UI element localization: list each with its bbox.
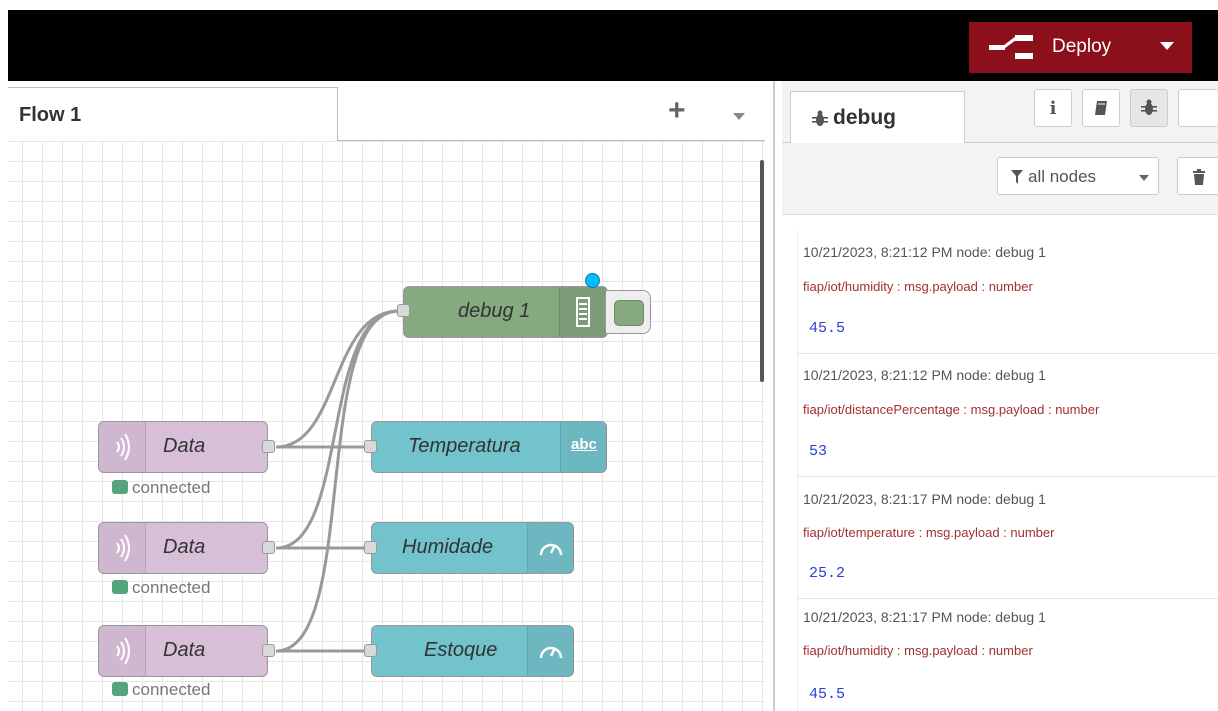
mqtt-output-port[interactable] [262,644,275,657]
mqtt-signal-icon [99,626,146,676]
message-meta: 10/21/2023, 8:21:12 PM node: debug 1 [803,244,1046,260]
abc-badge: abc [571,436,597,453]
message-value[interactable]: 53 [809,443,827,460]
mqtt-in-node-3[interactable]: Data [98,625,268,677]
mqtt-signal-icon [99,422,146,472]
message-value[interactable]: 45.5 [809,320,845,337]
more-tabs-button[interactable] [1178,89,1218,127]
bug-icon [1141,99,1157,115]
mqtt-node-label: Data [163,536,206,558]
debug-toggle-indicator [614,300,644,326]
gauge-icon [527,523,574,573]
debug-tab-button[interactable] [1130,89,1168,127]
status-text: connected [132,680,211,699]
status-dot-icon [112,480,128,494]
separator-line [773,81,775,711]
bug-icon [812,110,828,126]
text-node-input-port[interactable] [364,440,377,453]
text-node-temperatura[interactable]: Temperatura abc [371,421,607,473]
info-icon: i [1049,98,1057,119]
message-meta: 10/21/2023, 8:21:12 PM node: debug 1 [803,367,1046,383]
mqtt-output-port[interactable] [262,440,275,453]
mqtt-status: connected [112,478,210,498]
gauge-node-input-port[interactable] [364,541,377,554]
help-tab-button[interactable] [1082,89,1120,127]
debug-message[interactable]: 10/21/2023, 8:21:12 PM node: debug 1 fia… [797,354,1218,477]
message-topic: fiap/iot/humidity : msg.payload : number [803,279,1033,294]
gauge-node-humidade[interactable]: Humidade [371,522,574,574]
debug-input-port[interactable] [397,304,410,317]
gauge-node-estoque[interactable]: Estoque [371,625,574,677]
status-text: connected [132,478,211,497]
text-node-icon: abc [560,422,607,472]
mqtt-in-node-2[interactable]: Data [98,522,268,574]
debug-toggle-button[interactable] [605,290,651,334]
mqtt-node-label: Data [163,435,206,457]
status-dot-icon [112,682,128,696]
status-text: connected [132,578,211,597]
tab-debug[interactable]: debug [790,91,965,143]
gauge-node-input-port[interactable] [364,644,377,657]
mqtt-output-port[interactable] [262,541,275,554]
mqtt-status: connected [112,578,210,598]
gauge-icon [527,626,574,676]
message-meta: 10/21/2023, 8:21:17 PM node: debug 1 [803,491,1046,507]
debug-message[interactable]: 10/21/2023, 8:21:17 PM node: debug 1 fia… [797,477,1218,599]
changed-indicator-icon [585,273,600,288]
debug-message[interactable]: 10/21/2023, 8:21:12 PM node: debug 1 fia… [797,232,1218,354]
debug-node-label: debug 1 [458,300,531,322]
debug-message[interactable]: 10/21/2023, 8:21:17 PM node: debug 1 fia… [797,599,1218,711]
message-topic: fiap/iot/temperature : msg.payload : num… [803,525,1055,540]
filter-label: all nodes [1028,167,1097,186]
message-value[interactable]: 25.2 [809,565,845,582]
debug-node[interactable]: debug 1 [403,286,608,338]
mqtt-node-label: Data [163,639,206,661]
debug-tab-label: debug [833,106,896,129]
info-tab-button[interactable]: i [1034,89,1072,127]
message-meta: 10/21/2023, 8:21:17 PM node: debug 1 [803,609,1046,625]
message-value[interactable]: 45.5 [809,686,845,703]
wire-data3-debug [275,309,400,653]
mqtt-signal-icon [99,523,146,573]
gauge-node-label: Humidade [402,536,494,558]
trash-icon [1193,169,1205,185]
clear-messages-button[interactable] [1177,157,1218,195]
debug-list-icon [559,287,606,337]
mqtt-in-node-1[interactable]: Data [98,421,268,473]
filter-caret-icon [1139,175,1149,181]
message-topic: fiap/iot/humidity : msg.payload : number [803,643,1033,658]
message-topic: fiap/iot/distancePercentage : msg.payloa… [803,402,1100,417]
mqtt-status: connected [112,680,210,700]
text-node-label: Temperatura [408,435,521,457]
book-icon [1095,101,1107,115]
status-dot-icon [112,580,128,594]
gauge-node-label: Estoque [424,639,498,661]
node-filter-select[interactable]: all nodes [997,157,1159,195]
filter-icon [1011,170,1023,184]
